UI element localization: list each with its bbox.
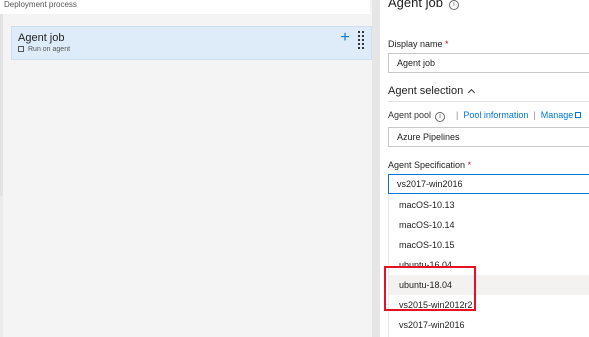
dropdown-option[interactable]: macOS-10.14: [389, 215, 589, 235]
agent-spec-select[interactable]: vs2017-win2016: [388, 174, 589, 194]
stage-edge: [0, 14, 3, 196]
agent-job-properties: Agent job i Display name * Agent job Agen…: [380, 0, 589, 337]
dropdown-option[interactable]: vs2015-win2012r2: [389, 295, 589, 315]
pool-information-link[interactable]: Pool information: [463, 110, 528, 120]
display-name-label-text: Display name: [388, 39, 443, 49]
breadcrumb: Deployment process: [4, 0, 77, 9]
agent-job-subtitle: Run on agent: [18, 45, 70, 54]
section-divider: [388, 101, 589, 102]
agent-pool-label: Agent pool: [388, 110, 432, 120]
display-name-label: Display name *: [388, 38, 449, 50]
dropdown-option[interactable]: macOS-10.13: [389, 195, 589, 215]
dropdown-option[interactable]: macOS-10.15: [389, 235, 589, 255]
dropdown-option-hovered[interactable]: ubuntu-18.04: [389, 275, 589, 295]
agent-spec-label-text: Agent Specification: [388, 160, 466, 170]
agent-spec-label: Agent Specification *: [388, 159, 471, 171]
agent-spec-dropdown: macOS-10.13 macOS-10.14 macOS-10.15 ubun…: [388, 194, 589, 337]
properties-heading: Agent job i: [388, 0, 459, 11]
link-separator: |: [456, 110, 459, 120]
link-separator: |: [533, 110, 536, 120]
external-link-icon: [575, 112, 582, 118]
agent-job-title: Agent job: [18, 32, 65, 44]
agent-pool-info-icon[interactable]: i: [435, 112, 446, 122]
chevron-up-icon: [468, 88, 476, 97]
dropdown-option[interactable]: ubuntu-16.04: [389, 255, 589, 275]
agent-job-card[interactable]: Agent job Run on agent +: [11, 26, 372, 60]
manage-link[interactable]: Manage: [541, 110, 574, 120]
pipeline-panel: Deployment process Agent job Run on agen…: [0, 0, 372, 337]
properties-heading-text: Agent job: [388, 0, 443, 10]
required-marker: *: [445, 39, 449, 49]
breadcrumb-bar: Deployment process: [0, 0, 370, 14]
required-marker: *: [467, 160, 472, 170]
agent-selection-title: Agent selection: [388, 85, 464, 97]
display-name-input[interactable]: Agent job: [388, 53, 589, 73]
add-task-button[interactable]: +: [338, 30, 352, 46]
agent-selection-toggle[interactable]: Agent selection: [388, 84, 476, 98]
agent-job-subtitle-text: Run on agent: [28, 46, 71, 53]
agent-pool-row: Agent pool i | Pool information | Manage: [388, 109, 582, 122]
panel-splitter[interactable]: [372, 0, 380, 337]
agent-pool-select[interactable]: Azure Pipelines: [388, 127, 589, 147]
dropdown-option[interactable]: vs2017-win2016: [389, 315, 589, 335]
drag-handle-icon[interactable]: [358, 31, 364, 51]
server-icon: [18, 46, 24, 52]
info-icon[interactable]: i: [448, 0, 459, 10]
stage-edge-lower: [0, 196, 3, 337]
